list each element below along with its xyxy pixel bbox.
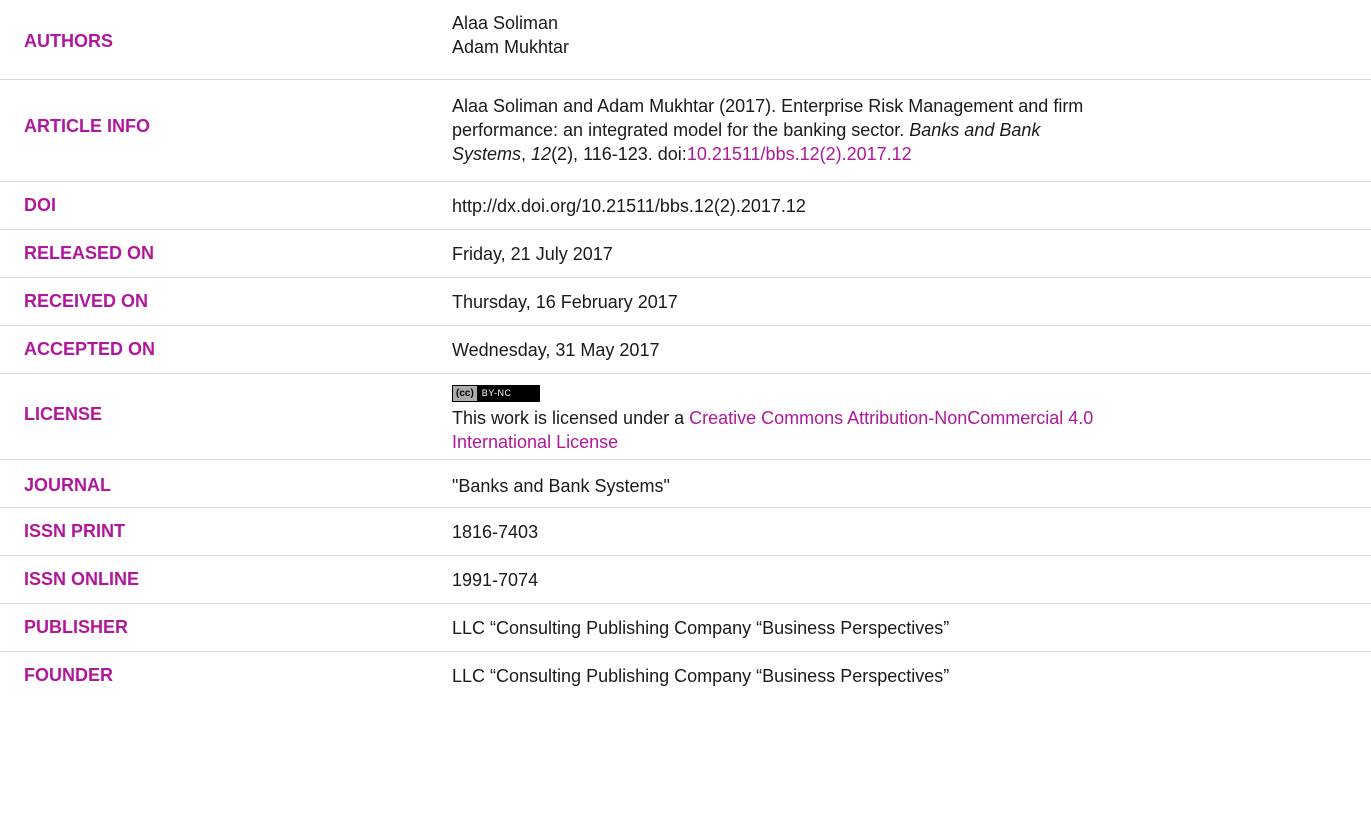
row-founder: FOUNDER LLC “Consulting Publishing Compa… [0, 652, 1371, 700]
article-info-label: ARTICLE INFO [24, 116, 150, 136]
citation-line: Alaa Soliman and Adam Mukhtar (2017). En… [452, 96, 1084, 116]
accepted-on-label: ACCEPTED ON [24, 339, 156, 359]
cc-license-badge[interactable]: (cc) BY-NC [452, 385, 541, 402]
issn-print-value: 1816-7403 [452, 522, 539, 542]
row-released-on: RELEASED ON Friday, 21 July 2017 [0, 230, 1371, 278]
publisher-label: PUBLISHER [24, 617, 129, 637]
row-accepted-on: ACCEPTED ON Wednesday, 31 May 2017 [0, 326, 1371, 374]
citation-text: performance: an integrated model for the… [452, 120, 910, 140]
citation-line: Systems, 12(2), 116-123. doi:10.21511/bb… [452, 142, 1371, 166]
founder-label: FOUNDER [24, 665, 113, 685]
released-on-label: RELEASED ON [24, 243, 155, 263]
accepted-on-value: Wednesday, 31 May 2017 [452, 340, 660, 360]
volume-italic: 12 [531, 144, 552, 164]
row-authors: AUTHORS Alaa Soliman Adam Mukhtar [0, 0, 1371, 80]
founder-value: LLC “Consulting Publishing Company “Busi… [452, 666, 950, 686]
citation-line: performance: an integrated model for the… [452, 118, 1371, 142]
doi-link[interactable]: 10.21511/bbs.12(2).2017.12 [687, 144, 912, 164]
issn-online-value: 1991-7074 [452, 570, 539, 590]
doi-value: http://dx.doi.org/10.21511/bbs.12(2).201… [452, 196, 806, 216]
cc-terms-text: BY-NC [481, 388, 512, 398]
released-on-value: Friday, 21 July 2017 [452, 244, 613, 264]
row-publisher: PUBLISHER LLC “Consulting Publishing Com… [0, 604, 1371, 652]
received-on-value: Thursday, 16 February 2017 [452, 292, 678, 312]
license-label: LICENSE [24, 404, 103, 424]
doi-label: DOI [24, 195, 57, 215]
citation-text: (2), 116-123. doi: [551, 144, 687, 164]
received-on-label: RECEIVED ON [24, 291, 149, 311]
row-license: LICENSE (cc) BY-NC This work is licensed… [0, 374, 1371, 460]
license-text-line: This work is licensed under a Creative C… [452, 406, 1371, 430]
issn-online-label: ISSN ONLINE [24, 569, 140, 589]
license-value: (cc) BY-NC This work is licensed under a… [452, 378, 1371, 454]
article-citation: Alaa Soliman and Adam Mukhtar (2017). En… [452, 94, 1371, 166]
journal-title-italic: Systems [452, 144, 522, 164]
publisher-value: LLC “Consulting Publishing Company “Busi… [452, 618, 950, 638]
license-link[interactable]: Creative Commons Attribution-NonCommerci… [689, 408, 1093, 428]
license-link[interactable]: International License [452, 432, 618, 452]
license-text: This work is licensed under a [452, 408, 690, 428]
row-received-on: RECEIVED ON Thursday, 16 February 2017 [0, 278, 1371, 326]
citation-text: , [521, 144, 532, 164]
row-article-info: ARTICLE INFO Alaa Soliman and Adam Mukht… [0, 80, 1371, 182]
row-issn-online: ISSN ONLINE 1991-7074 [0, 556, 1371, 604]
cc-logo-icon: (cc) [453, 386, 477, 401]
authors-value: Alaa Soliman Adam Mukhtar [452, 11, 1371, 59]
row-issn-print: ISSN PRINT 1816-7403 [0, 508, 1371, 556]
issn-print-label: ISSN PRINT [24, 521, 126, 541]
author-name: Adam Mukhtar [452, 37, 570, 57]
authors-label: AUTHORS [24, 31, 113, 51]
journal-title-italic: Banks and Bank [909, 120, 1041, 140]
license-text-line: International License [452, 430, 1371, 454]
journal-label: JOURNAL [24, 475, 112, 495]
journal-value: "Banks and Bank Systems" [452, 476, 670, 496]
author-name: Alaa Soliman [452, 13, 559, 33]
row-doi: DOI http://dx.doi.org/10.21511/bbs.12(2)… [0, 182, 1371, 230]
row-journal: JOURNAL "Banks and Bank Systems" [0, 460, 1371, 508]
